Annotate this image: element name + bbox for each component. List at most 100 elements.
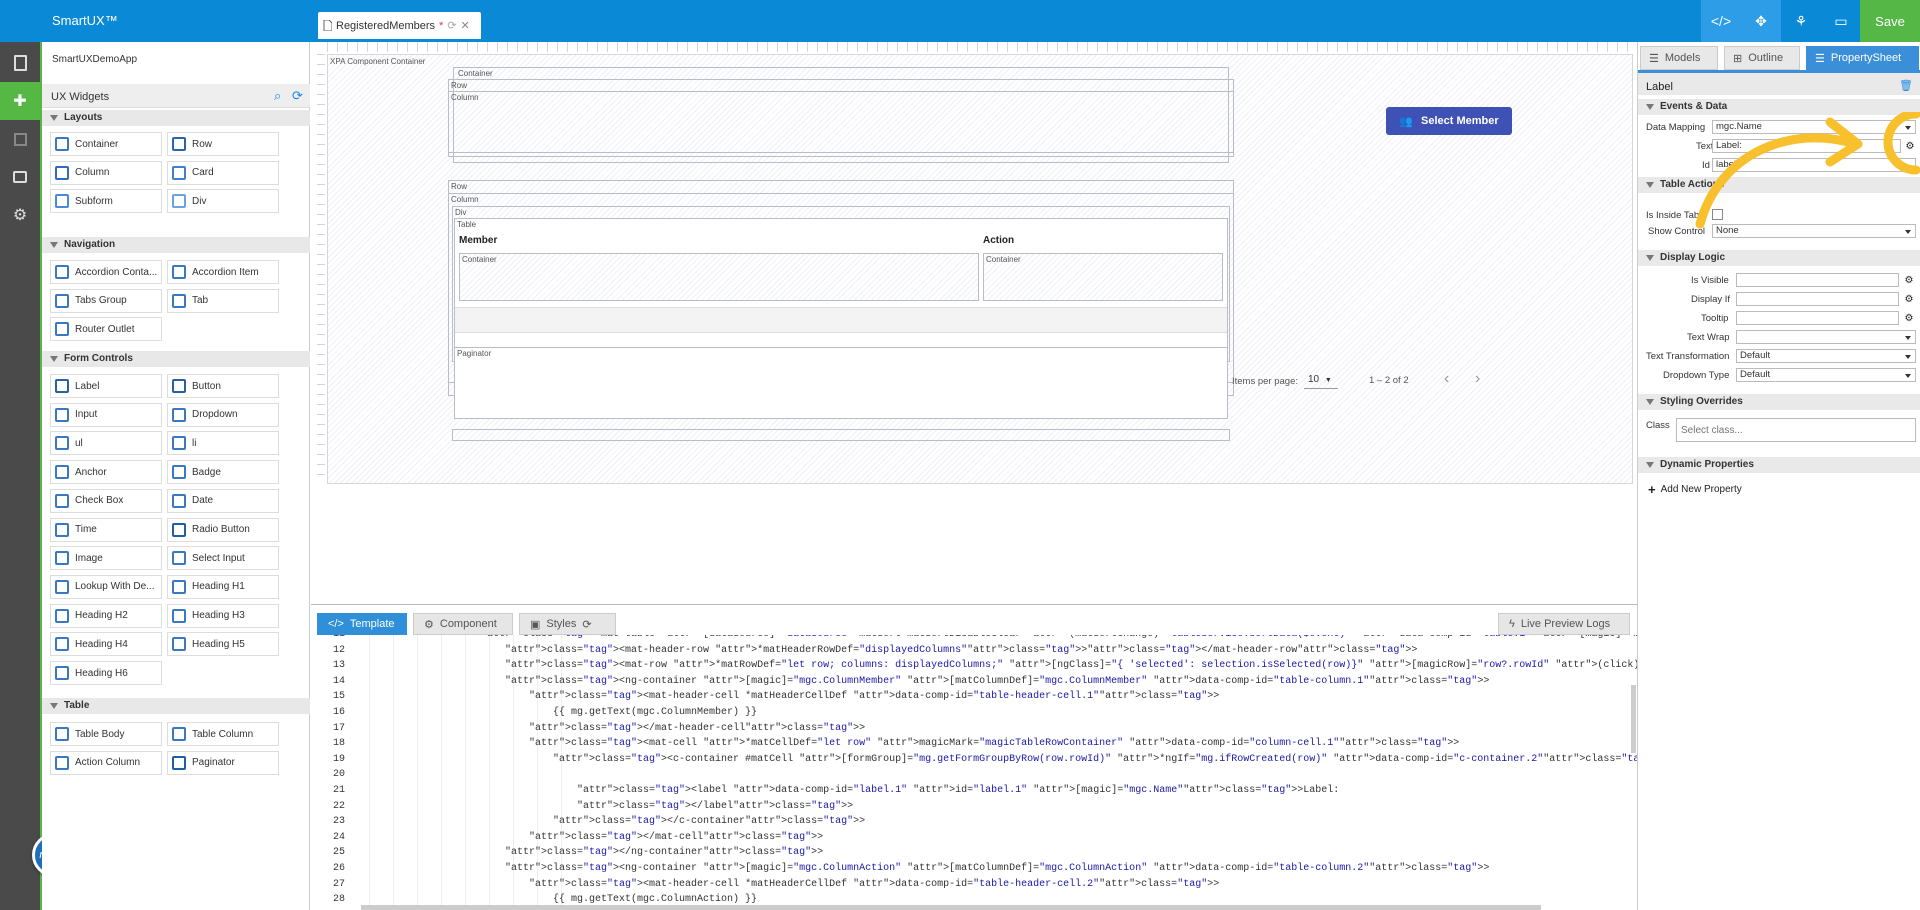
search-icon[interactable]: ⌕ (274, 88, 281, 104)
code-line[interactable]: "attr">class="tag"></mat-header-cell"att… (529, 723, 865, 734)
tab-models[interactable]: ☰ Models (1640, 46, 1718, 70)
refresh-icon[interactable]: ⟳ (582, 618, 591, 631)
code-line[interactable]: "attr">class="tag"><label "attr">data-co… (577, 785, 1339, 796)
widget-accordion-conta[interactable]: Accordion Conta... (50, 260, 162, 284)
data-mapping-select[interactable]: mgc.Name (1712, 120, 1916, 134)
widget-subform[interactable]: Subform (50, 189, 162, 214)
horizontal-scrollbar[interactable] (361, 905, 1541, 910)
tab-property-sheet[interactable]: ☰ PropertySheet (1806, 46, 1919, 70)
show-control-select[interactable]: None (1712, 224, 1916, 238)
code-line[interactable]: "attr">class="tag"><ng-container "attr">… (505, 676, 1489, 687)
next-page-icon[interactable]: › (1475, 370, 1480, 388)
widget-paginator[interactable]: Paginator (167, 750, 279, 775)
widget-heading-h1[interactable]: Heading H1 (167, 574, 279, 599)
code-view-button[interactable]: </> (1701, 0, 1741, 42)
section-styling-overrides[interactable]: Styling Overrides (1638, 394, 1920, 410)
widget-router-outlet[interactable]: Router Outlet (50, 317, 162, 342)
dropdown-type-select[interactable]: Default (1736, 368, 1916, 382)
id-input[interactable]: label (1712, 158, 1916, 172)
section-events-data[interactable]: Events & Data (1638, 99, 1920, 115)
section-layouts[interactable]: Layouts (42, 110, 310, 126)
rail-copy[interactable] (0, 120, 40, 158)
widget-heading-h6[interactable]: Heading H6 (50, 661, 162, 685)
code-line[interactable]: "attr">class="tag"><mat-header-cell *mat… (529, 879, 1219, 890)
widget-check-box[interactable]: Check Box (50, 488, 162, 513)
widget-image[interactable]: Image (50, 546, 162, 571)
class-select-input[interactable] (1676, 418, 1916, 442)
refresh-icon[interactable]: ⟳ (447, 19, 456, 32)
tooltip-gear-icon[interactable]: ⚙ (1902, 311, 1916, 325)
widget-ul[interactable]: ul (50, 431, 162, 456)
page-size-select[interactable]: 10 ▼ (1304, 371, 1338, 389)
widget-li[interactable]: li (167, 431, 279, 456)
widget-row[interactable]: Row (167, 132, 279, 156)
is-visible-input[interactable] (1736, 273, 1899, 287)
display-if-input[interactable] (1736, 292, 1899, 306)
is-visible-gear-icon[interactable]: ⚙ (1902, 273, 1916, 287)
widget-column[interactable]: Column (50, 160, 162, 185)
widget-lookup-with-de[interactable]: Lookup With De... (50, 574, 162, 599)
code-line[interactable]: {{ mg.getText(mgc.ColumnMember) }} (553, 707, 757, 718)
row-bottom[interactable] (452, 429, 1230, 441)
text-transformation-select[interactable]: Default (1736, 349, 1916, 363)
widget-label[interactable]: Label (50, 374, 162, 398)
widget-date[interactable]: Date (167, 488, 279, 513)
widget-heading-h4[interactable]: Heading H4 (50, 632, 162, 657)
code-line[interactable]: "attr">class="tag"><mat-header-cell *mat… (529, 691, 1219, 702)
text-wrap-select[interactable] (1736, 330, 1916, 344)
widget-table-column[interactable]: Table Column (167, 722, 279, 746)
text-input[interactable]: Label: (1712, 139, 1901, 153)
section-form-controls[interactable]: Form Controls (42, 351, 310, 367)
section-display-logic[interactable]: Display Logic (1638, 250, 1920, 266)
close-icon[interactable]: ✕ (461, 19, 470, 32)
tooltip-input[interactable] (1736, 311, 1899, 325)
widget-tab[interactable]: Tab (167, 288, 279, 313)
section-table-actions[interactable]: Table Actions (1638, 177, 1920, 193)
member-cell-container[interactable]: Container (459, 253, 979, 301)
code-line[interactable]: "attr">class="tag"><mat-table "attr">[da… (481, 635, 1637, 640)
code-line[interactable]: "attr">class="tag"></c-container"attr">c… (553, 816, 865, 827)
widget-card[interactable]: Card (167, 160, 279, 185)
widget-badge[interactable]: Badge (167, 460, 279, 485)
tab-registered-members[interactable]: RegisteredMembers * ⟳ ✕ (318, 12, 481, 39)
widget-dropdown[interactable]: Dropdown (167, 402, 279, 427)
tab-styles[interactable]: ▣ Styles ⟳ (519, 613, 616, 635)
widget-table-body[interactable]: Table Body (50, 722, 162, 746)
text-gear-icon[interactable]: ⚙ (1903, 139, 1917, 153)
rail-settings[interactable]: ⚙ (0, 196, 40, 234)
vertical-scrollbar[interactable] (1631, 685, 1636, 753)
action-cell-container[interactable]: Container (983, 253, 1223, 301)
widget-tabs-group[interactable]: Tabs Group (50, 288, 162, 313)
rail-pages[interactable] (0, 44, 40, 82)
widget-select-input[interactable]: Select Input (167, 546, 279, 571)
prev-page-icon[interactable]: ‹ (1444, 370, 1449, 388)
section-navigation[interactable]: Navigation (42, 237, 310, 253)
column-top[interactable]: Column (448, 91, 1234, 153)
section-table[interactable]: Table (42, 698, 310, 714)
display-if-gear-icon[interactable]: ⚙ (1902, 292, 1916, 306)
widget-heading-h2[interactable]: Heading H2 (50, 603, 162, 628)
widget-radio-button[interactable]: Radio Button (167, 517, 279, 542)
code-line[interactable]: "attr">class="tag"></label"attr">class="… (577, 801, 853, 812)
share-button[interactable]: ⚘ (1781, 0, 1821, 42)
code-content[interactable]: 11 "attr">class="tag"><mat-table "attr">[… (311, 635, 1637, 910)
tab-component[interactable]: ⚙ Component (413, 613, 513, 635)
widget-accordion-item[interactable]: Accordion Item (167, 260, 279, 284)
widget-time[interactable]: Time (50, 517, 162, 542)
table-block[interactable]: Table Member Action Container Container (454, 218, 1228, 354)
widget-input[interactable]: Input (50, 402, 162, 427)
widget-container[interactable]: Container (50, 132, 162, 156)
code-line[interactable]: "attr">class="tag"><mat-header-row "attr… (505, 645, 1417, 656)
code-line[interactable]: {{ mg.getText(mgc.ColumnAction) }} (553, 894, 757, 905)
save-button[interactable]: Save (1860, 0, 1920, 42)
widget-anchor[interactable]: Anchor (50, 460, 162, 485)
live-preview-logs-button[interactable]: ϟ Live Preview Logs (1498, 613, 1630, 635)
tab-outline[interactable]: ⊞ Outline (1724, 46, 1800, 70)
is-inside-table-checkbox[interactable] (1712, 209, 1723, 220)
rail-widgets[interactable]: ✚ (0, 82, 40, 120)
widget-action-column[interactable]: Action Column (50, 750, 162, 775)
code-line[interactable]: "attr">class="tag"></mat-cell"attr">clas… (529, 832, 823, 843)
preview-button[interactable]: ▭ (1821, 0, 1861, 42)
code-line[interactable]: "attr">class="tag"><mat-cell "attr">*mat… (529, 738, 1459, 749)
widget-div[interactable]: Div (167, 189, 279, 214)
